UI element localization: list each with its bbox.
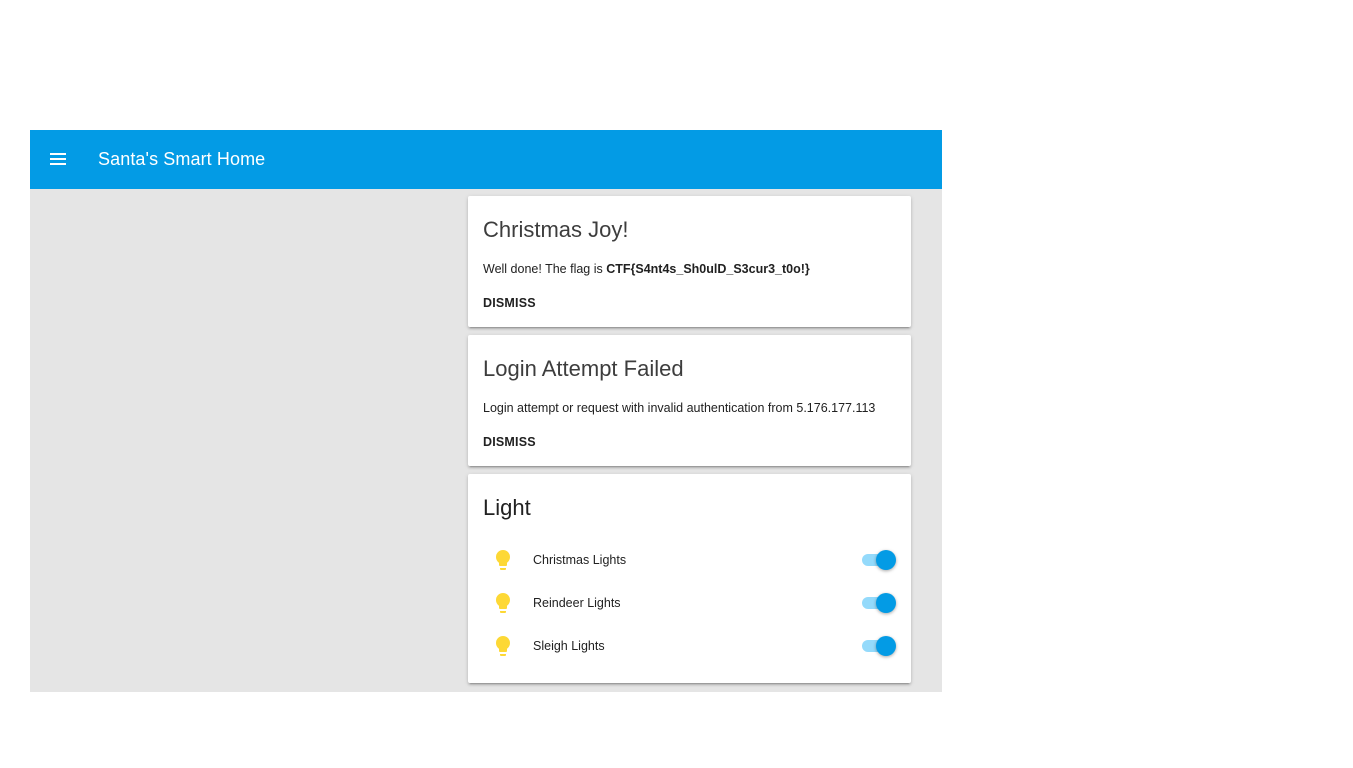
notification-card-login-failed: Login Attempt Failed Login attempt or re… bbox=[468, 335, 911, 466]
flag-text: CTF{S4nt4s_Sh0ulD_S3cur3_t0o!} bbox=[606, 262, 810, 276]
lightbulb-icon bbox=[491, 591, 515, 615]
card-title: Light bbox=[483, 495, 531, 520]
entity-row-reindeer-lights[interactable]: Reindeer Lights bbox=[483, 588, 896, 618]
cards-column: Christmas Joy! Well done! The flag is CT… bbox=[468, 196, 911, 691]
app-container: Santa's Smart Home Christmas Joy! Well d… bbox=[30, 130, 942, 692]
app-toolbar: Santa's Smart Home bbox=[30, 130, 942, 189]
toggle-switch[interactable] bbox=[862, 550, 896, 570]
entity-name: Reindeer Lights bbox=[533, 596, 621, 610]
card-title: Login Attempt Failed bbox=[483, 356, 684, 381]
dismiss-button[interactable]: DISMISS bbox=[483, 295, 536, 311]
toggle-switch[interactable] bbox=[862, 636, 896, 656]
entity-row-sleigh-lights[interactable]: Sleigh Lights bbox=[483, 631, 896, 661]
toggle-knob bbox=[876, 550, 896, 570]
notification-message: Well done! The flag is CTF{S4nt4s_Sh0ulD… bbox=[483, 261, 810, 277]
toggle-knob bbox=[876, 636, 896, 656]
toggle-knob bbox=[876, 593, 896, 613]
entity-name: Christmas Lights bbox=[533, 553, 627, 567]
lightbulb-icon bbox=[491, 548, 515, 572]
message-text: Well done! The flag is bbox=[483, 262, 607, 276]
notification-card-christmas-joy: Christmas Joy! Well done! The flag is CT… bbox=[468, 196, 911, 327]
menu-icon[interactable] bbox=[46, 147, 70, 171]
toggle-switch[interactable] bbox=[862, 593, 896, 613]
dismiss-button[interactable]: DISMISS bbox=[483, 434, 536, 450]
light-card: Light Christmas Lights Reindeer Lights S… bbox=[468, 474, 911, 683]
app-title: Santa's Smart Home bbox=[98, 149, 266, 169]
card-title: Christmas Joy! bbox=[483, 217, 629, 242]
entity-row-christmas-lights[interactable]: Christmas Lights bbox=[483, 545, 896, 575]
notification-message: Login attempt or request with invalid au… bbox=[483, 401, 876, 415]
entity-name: Sleigh Lights bbox=[533, 639, 605, 653]
lightbulb-icon bbox=[491, 634, 515, 658]
